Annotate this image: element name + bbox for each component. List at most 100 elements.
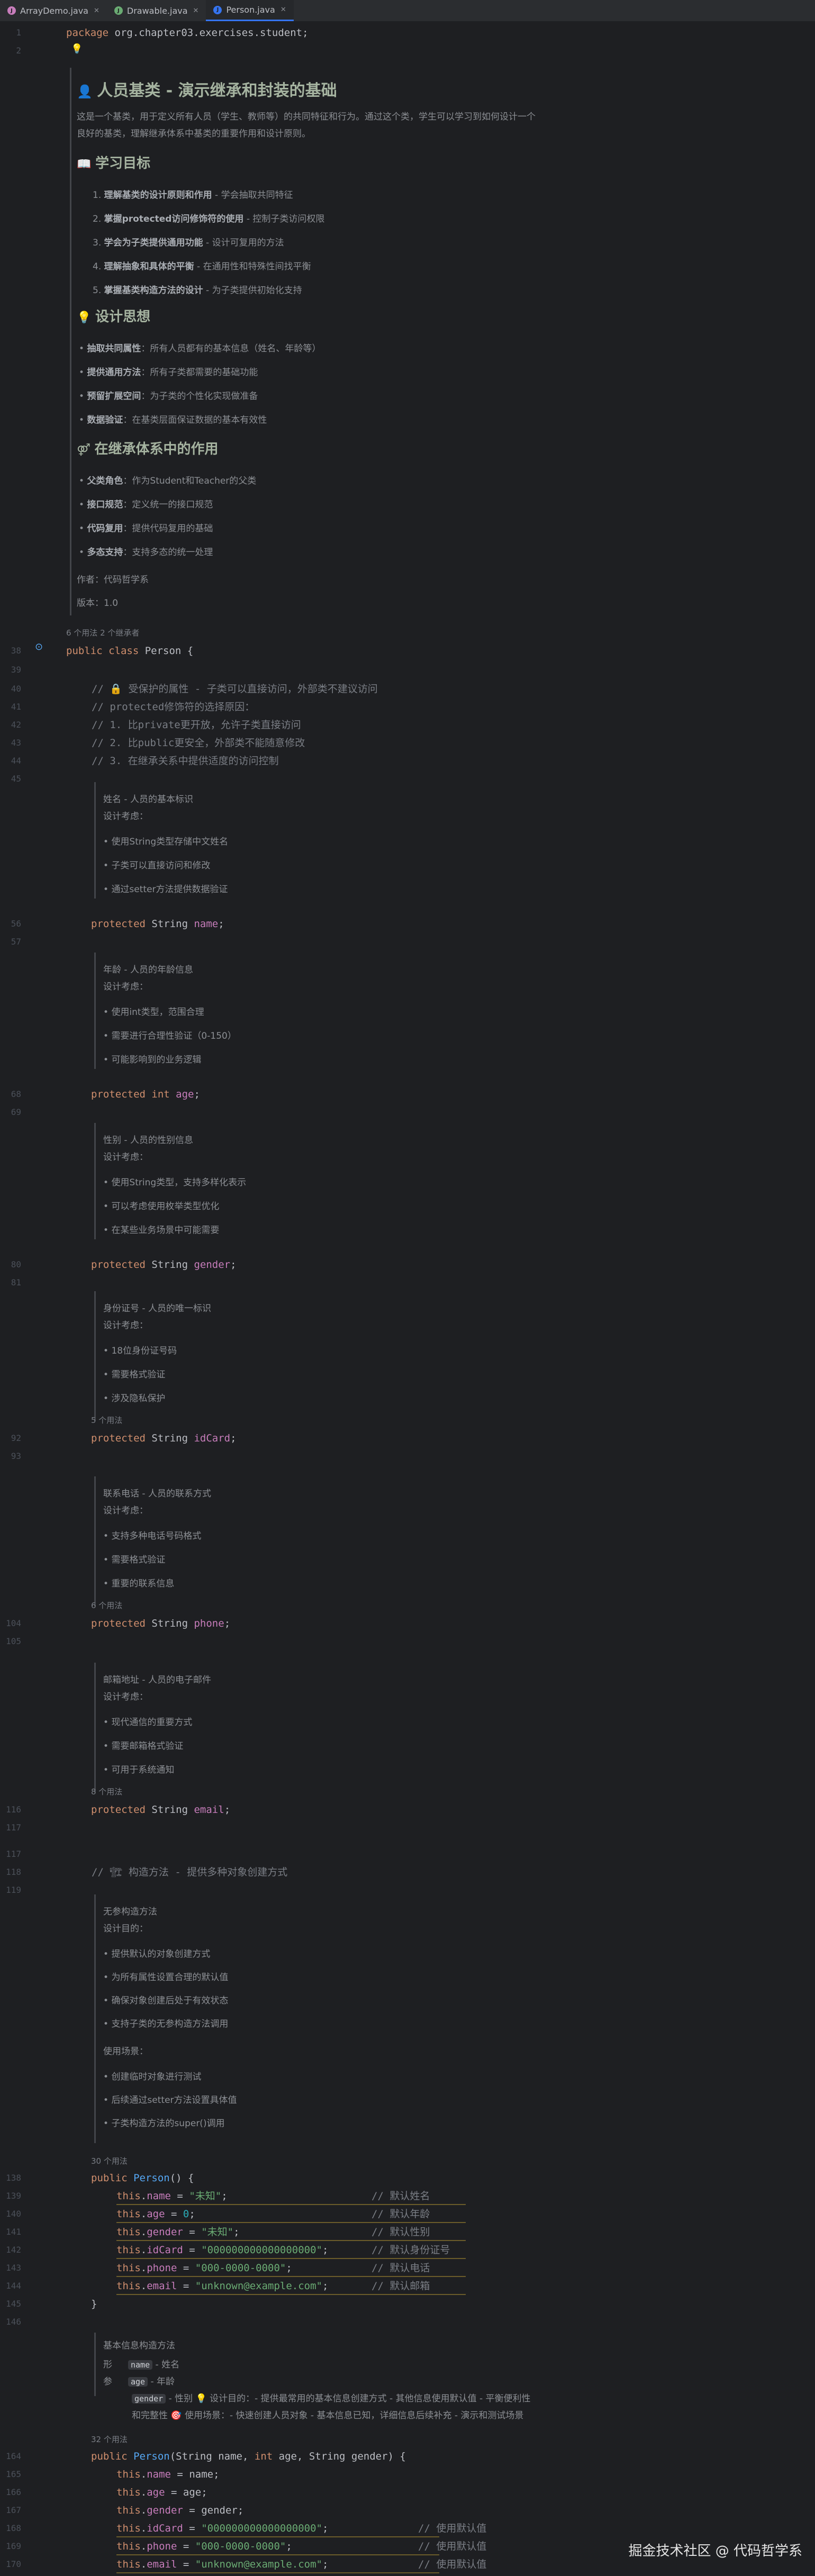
token: email xyxy=(194,1804,224,1816)
code-line: 40 // 🔒 受保护的属性 - 子类可以直接访问，外部类不建议访问 xyxy=(0,679,815,699)
item-bold: 抽取共同属性 xyxy=(87,343,141,354)
code-line: 117 xyxy=(0,1845,815,1864)
token: gender xyxy=(147,2226,183,2238)
doc-line: 设计考虑： xyxy=(103,1149,148,1163)
bullet: • xyxy=(103,1741,112,1752)
line-number: 146 xyxy=(6,2317,21,2327)
token: Person xyxy=(133,2172,170,2184)
token: = xyxy=(170,2190,189,2202)
item-text: 18位身份证号码 xyxy=(111,1346,177,1356)
code-text: protected String name; xyxy=(91,914,224,933)
line-number: 141 xyxy=(6,2227,21,2237)
param-label: 形 xyxy=(103,2360,112,2370)
token: ; xyxy=(322,2280,329,2292)
line-number: 117 xyxy=(6,1822,21,1833)
line-number: 139 xyxy=(6,2191,21,2201)
token: . xyxy=(140,2208,147,2220)
goal-number: 1. xyxy=(93,190,104,201)
usages-hint[interactable]: 6 个用法 xyxy=(91,1599,122,1612)
watermark: 掘金技术社区 @ 代码哲学系 xyxy=(628,2543,802,2559)
field-doc-item: • 需要格式验证 xyxy=(103,1552,165,1565)
field-javadoc: 身份证号 - 人员的唯一标识 设计考虑： • 18位身份证号码 • 需要格式验证 • 涉… xyxy=(94,1291,466,1421)
token: Person { xyxy=(139,645,194,657)
inline-comment: // 默认电话 xyxy=(372,2262,430,2274)
bulb-icon: 💡 xyxy=(77,311,96,324)
usages-hint[interactable]: 32 个用法 xyxy=(91,2433,128,2446)
doc-line: 版本：1.0 xyxy=(77,595,118,609)
goal-item: 4. 理解抽象和具体的平衡 - 在通用性和特殊性间找平衡 xyxy=(93,259,311,272)
inline-comment: // 默认姓名 xyxy=(372,2190,430,2202)
usages-hint[interactable]: 6 个用法 2 个继承者 xyxy=(66,627,139,639)
token: . xyxy=(140,2469,147,2480)
token: () { xyxy=(169,2172,194,2184)
field-doc-item: • 使用int类型，范围合理 xyxy=(103,1004,204,1018)
token: = xyxy=(183,2505,202,2516)
doc-line: 设计考虑： xyxy=(103,1503,148,1516)
bullet: • xyxy=(103,1765,112,1775)
field-doc-item: • 支持多种电话号码格式 xyxy=(103,1528,201,1541)
token: = xyxy=(165,2208,183,2220)
code-text: // 1. 比private更开放，允许子类直接访问 xyxy=(92,715,301,734)
token: ; xyxy=(224,1804,231,1816)
code-line: 92 protected String idCard; xyxy=(0,1429,815,1448)
close-icon[interactable]: ✕ xyxy=(193,7,199,15)
line-number: 40 xyxy=(11,684,21,694)
constructor-javadoc: 无参构造方法 设计目的： • 提供默认的对象创建方式 • 为所有属性设置合理的默认值 •… xyxy=(94,1894,466,2143)
doc-line: 联系电话 - 人员的联系方式 xyxy=(103,1486,211,1499)
code-text: this.age = age; xyxy=(116,2483,207,2502)
code-text: } xyxy=(91,2294,97,2314)
tab-person[interactable]: J Person.java ✕ xyxy=(206,0,294,21)
code-text: package org.chapter03.exercises.student; xyxy=(66,23,309,42)
token: // protected修饰符的选择原因： xyxy=(92,701,255,713)
token: ; xyxy=(224,1618,231,1629)
item-text: ：定义统一的接口规范 xyxy=(123,500,213,510)
token: ; xyxy=(201,2487,207,2498)
token: age xyxy=(147,2487,165,2498)
field-doc-item: • 需要邮箱格式验证 xyxy=(103,1738,183,1752)
tab-label: ArrayDemo.java xyxy=(20,5,88,16)
token: int xyxy=(254,2451,273,2462)
usages-hint[interactable]: 8 个用法 xyxy=(91,1785,122,1798)
code-line: 167 this.gender = gender; xyxy=(0,2501,815,2520)
implementations-icon[interactable]: ⊙ xyxy=(35,641,43,652)
field-doc-title: 身份证号 - 人员的唯一标识 xyxy=(103,1303,211,1314)
token: idCard xyxy=(194,1432,231,1444)
doc-line: 这是一个基类，用于定义所有人员（学生、教师等）的共同特征和行为。通过这个类，学生… xyxy=(77,109,536,122)
item-text: 通过setter方法提供数据验证 xyxy=(111,884,228,895)
goal-bold: 掌握基类构造方法的设计 xyxy=(104,285,203,296)
token: ; xyxy=(230,1259,237,1271)
code-line: 56 protected String name; xyxy=(0,914,815,933)
tab-arraydemo[interactable]: J ArrayDemo.java ✕ xyxy=(0,0,107,21)
close-icon[interactable]: ✕ xyxy=(94,7,99,15)
token: age, String gender) { xyxy=(273,2451,406,2462)
line-number: 166 xyxy=(6,2487,21,2497)
param-name: gender xyxy=(132,2394,166,2403)
tab-drawable[interactable]: J Drawable.java ✕ xyxy=(107,0,206,21)
item-text: 需要格式验证 xyxy=(111,1369,166,1380)
bullet: • xyxy=(103,2095,112,2106)
token: name xyxy=(147,2190,171,2202)
item-bold: 数据验证 xyxy=(87,415,123,425)
usages-hint[interactable]: 5 个用法 xyxy=(91,1414,122,1427)
usages-hint[interactable]: 30 个用法 xyxy=(91,2155,128,2167)
item-text: 后续通过setter方法设置具体值 xyxy=(111,2095,237,2106)
tab-label: Drawable.java xyxy=(126,5,188,16)
line-number: 116 xyxy=(6,1804,21,1815)
code-text: this.gender = gender; xyxy=(116,2501,243,2520)
goal-text: - 在通用性和特殊性间找平衡 xyxy=(194,261,311,272)
token: . xyxy=(140,2262,147,2274)
item-text: ：支持多态的统一处理 xyxy=(123,547,213,558)
bulb-icon[interactable]: 💡 xyxy=(71,43,83,55)
goal-number: 4. xyxy=(93,261,104,272)
token: (String name, xyxy=(169,2451,255,2462)
token: name xyxy=(189,2469,214,2480)
close-icon[interactable]: ✕ xyxy=(280,6,286,14)
code-line: 143 this.phone = "000-0000-0000"; // 默认电话 xyxy=(0,2258,815,2278)
token: this xyxy=(116,2541,141,2552)
bullet: • xyxy=(79,367,87,378)
token: ; xyxy=(286,2262,292,2274)
version-text: 版本：1.0 xyxy=(77,598,119,609)
field-doc-title: 邮箱地址 - 人员的电子邮件 xyxy=(103,1675,211,1685)
